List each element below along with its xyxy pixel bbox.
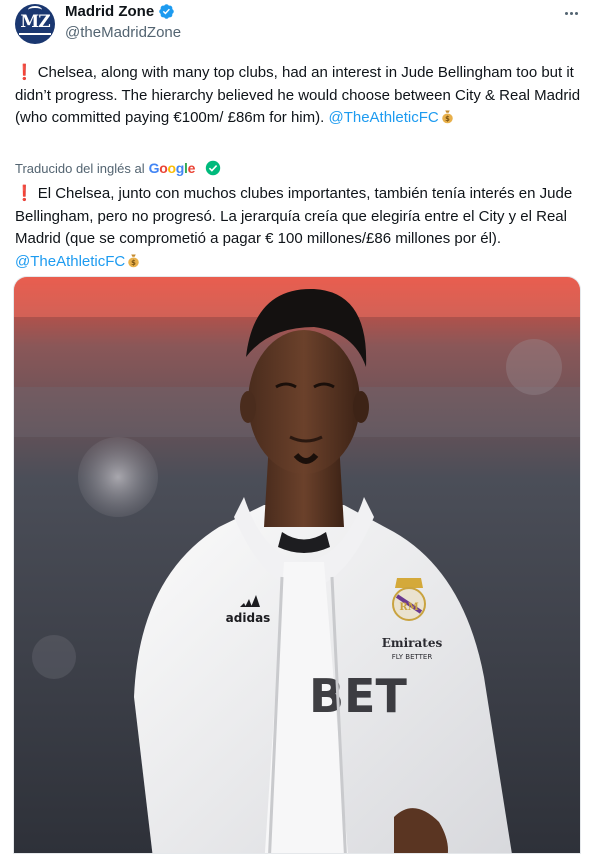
translated-text: El Chelsea, junto con muchos clubes impo… [15, 185, 573, 247]
tweet-text-translated: ❗ El Chelsea, junto con muchos clubes imp… [15, 183, 585, 273]
svg-text:$: $ [131, 259, 136, 267]
mention-link[interactable]: @TheAthleticFC [328, 109, 438, 126]
avatar[interactable]: MZ [15, 4, 55, 44]
more-options-icon[interactable] [560, 2, 582, 24]
sponsor-subtext: FLY BETTER [392, 653, 433, 661]
google-logo: Google [148, 160, 196, 176]
account-name[interactable]: Madrid Zone [65, 3, 154, 20]
verified-badge-icon [159, 4, 174, 19]
svg-text:$: $ [445, 115, 450, 123]
red-exclamation-icon: ❗ [15, 185, 34, 202]
player-photo: BET RM Emirates FLY BETTER adidas [14, 277, 580, 853]
translation-label[interactable]: Traducido del inglés al Google [15, 160, 221, 176]
translated-label-text: Traducido del inglés al [15, 160, 145, 176]
money-bag-icon: $ [128, 254, 140, 267]
money-bag-icon: $ [441, 110, 453, 124]
original-text: Chelsea, along with many top clubs, had … [15, 64, 581, 126]
sponsor-text: Emirates [382, 636, 443, 650]
real-madrid-crest-icon: RM [392, 578, 426, 621]
account-handle[interactable]: @theMadridZone [65, 24, 181, 41]
avatar-bar [19, 33, 51, 35]
brand-text: adidas [226, 611, 271, 625]
name-row: Madrid Zone [65, 3, 175, 20]
tweet-photo[interactable]: BET RM Emirates FLY BETTER adidas [13, 276, 581, 854]
tweet-header: MZ Madrid Zone @theMadridZone [15, 2, 588, 46]
mention-link[interactable]: @TheAthleticFC [15, 253, 125, 270]
tweet-text-original: ❗ Chelsea, along with many top clubs, had… [15, 62, 585, 130]
avatar-text: MZ [20, 12, 50, 32]
red-exclamation-icon: ❗ [15, 64, 34, 81]
shirt-text: BET [309, 669, 407, 723]
svg-text:RM: RM [399, 602, 418, 613]
verified-check-icon [205, 160, 221, 176]
